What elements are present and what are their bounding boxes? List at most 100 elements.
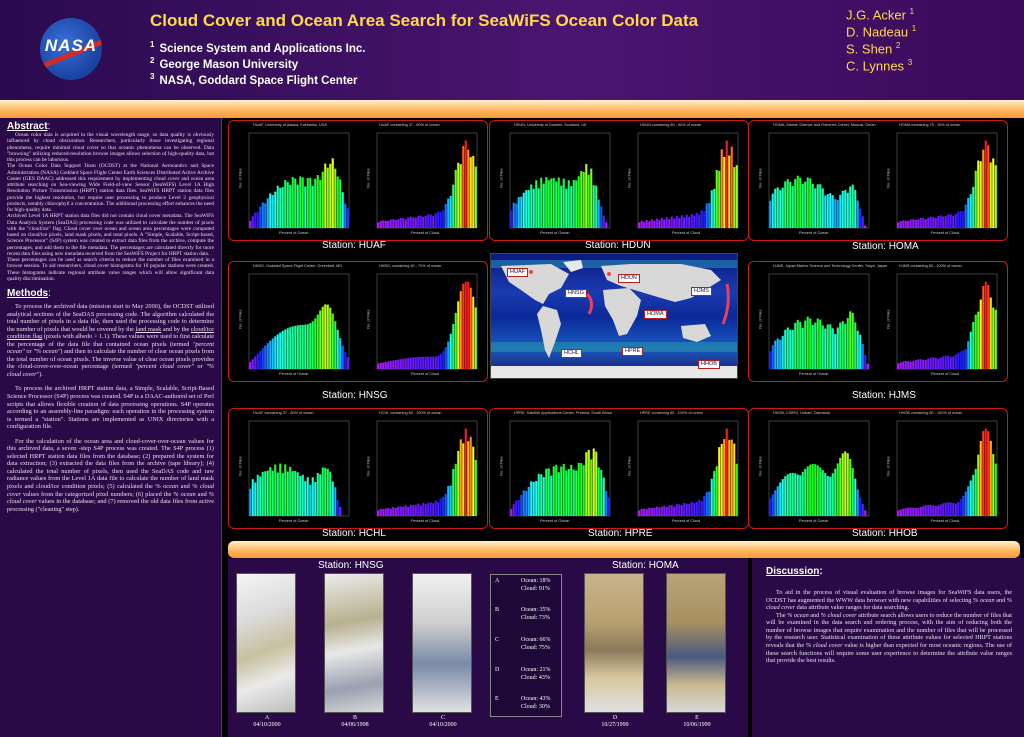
histogram-bar bbox=[542, 477, 545, 516]
histogram-bar bbox=[464, 428, 467, 516]
histogram-bar bbox=[675, 215, 678, 228]
histogram-bar bbox=[329, 163, 332, 228]
histogram-bar bbox=[286, 328, 289, 369]
histogram-bar bbox=[251, 479, 254, 516]
histogram-bar bbox=[399, 506, 402, 516]
histogram-bar bbox=[769, 351, 772, 369]
histogram-bar bbox=[735, 463, 738, 516]
histogram-bar bbox=[522, 490, 525, 516]
histogram-bar bbox=[658, 220, 661, 228]
histogram-bar bbox=[912, 507, 915, 516]
histogram-bar bbox=[311, 321, 314, 369]
histogram-bar bbox=[474, 166, 477, 228]
histogram-bar bbox=[299, 176, 302, 228]
histogram-bar bbox=[922, 506, 925, 516]
histogram-bar bbox=[459, 439, 462, 516]
histogram-bar bbox=[944, 355, 947, 369]
histogram-bar bbox=[442, 351, 445, 369]
histogram-bar bbox=[261, 202, 264, 228]
histogram-bar bbox=[587, 449, 590, 516]
histogram-bar bbox=[602, 215, 605, 228]
histogram-bar bbox=[279, 187, 282, 228]
histogram-bar bbox=[648, 221, 651, 228]
histogram-bar bbox=[249, 488, 252, 516]
histogram-bar bbox=[422, 356, 425, 369]
histogram-bar bbox=[515, 203, 518, 228]
histogram-bar bbox=[387, 220, 390, 228]
histogram-bar bbox=[467, 441, 470, 516]
histogram-bar bbox=[379, 221, 382, 228]
satellite-image-d: D 10/27/1999 bbox=[584, 573, 644, 728]
histogram-bar bbox=[329, 307, 332, 369]
histogram-bar bbox=[392, 360, 395, 369]
histogram-bar bbox=[409, 504, 412, 516]
histogram-graphic bbox=[248, 273, 478, 370]
histogram-bar bbox=[984, 281, 987, 369]
histogram-bar bbox=[690, 501, 693, 516]
histogram-bar bbox=[957, 211, 960, 228]
histogram-bar bbox=[321, 306, 324, 369]
histogram-bar bbox=[914, 507, 917, 516]
histogram-bar bbox=[819, 319, 822, 369]
histogram-bar bbox=[864, 510, 867, 516]
histogram-bar bbox=[389, 360, 392, 369]
histogram-bar bbox=[796, 175, 799, 228]
histogram-bar bbox=[982, 285, 985, 369]
histogram-bar bbox=[907, 361, 910, 369]
histogram-bar bbox=[653, 507, 656, 516]
histogram-bar bbox=[379, 508, 382, 516]
histogram-bar bbox=[816, 184, 819, 228]
histogram-bar bbox=[814, 322, 817, 369]
histogram-bar bbox=[585, 452, 588, 516]
histogram-bar bbox=[861, 504, 864, 516]
histogram-bar bbox=[826, 194, 829, 228]
station-label-huaf: Station: HUAF bbox=[322, 240, 386, 251]
histogram-bar bbox=[821, 325, 824, 369]
histogram-bar bbox=[266, 470, 269, 516]
histogram-bar bbox=[512, 202, 515, 228]
histogram-bar bbox=[339, 338, 342, 369]
histogram-bar bbox=[806, 177, 809, 228]
histogram-axes bbox=[896, 420, 998, 517]
histogram-bar bbox=[809, 178, 812, 228]
histogram-bar bbox=[429, 502, 432, 516]
histogram-bar bbox=[836, 200, 839, 228]
histogram-bar bbox=[821, 188, 824, 228]
histogram-bar bbox=[459, 291, 462, 369]
histogram-bar bbox=[771, 494, 774, 516]
histogram-bar bbox=[291, 177, 294, 228]
histogram-bar bbox=[597, 467, 600, 516]
histogram-bar bbox=[643, 221, 646, 228]
histogram-bar bbox=[389, 219, 392, 228]
histogram-bar bbox=[296, 325, 299, 369]
histogram-bar bbox=[575, 470, 578, 516]
histogram-bar bbox=[447, 198, 450, 228]
histogram-bar bbox=[266, 343, 269, 369]
histogram-bar bbox=[326, 304, 329, 369]
histogram-bar bbox=[434, 356, 437, 369]
histogram-bar bbox=[728, 439, 731, 516]
histogram-bar bbox=[274, 191, 277, 228]
histogram-bar bbox=[256, 474, 259, 516]
histogram-bar bbox=[442, 210, 445, 228]
histogram-bar bbox=[560, 466, 563, 516]
histogram-bar bbox=[640, 508, 643, 516]
histogram-bar bbox=[846, 192, 849, 228]
histogram-axes bbox=[376, 132, 478, 229]
histogram-axes bbox=[509, 132, 611, 229]
histogram-bar bbox=[329, 471, 332, 516]
histogram-bar bbox=[994, 309, 997, 369]
histogram-bar bbox=[849, 186, 852, 228]
histogram-bar bbox=[387, 361, 390, 369]
histogram-bar bbox=[859, 334, 862, 369]
histogram-bar bbox=[984, 140, 987, 228]
histogram-bar bbox=[249, 221, 252, 228]
histogram-bar bbox=[577, 176, 580, 228]
histogram-bar bbox=[922, 218, 925, 228]
histogram-bar bbox=[394, 360, 397, 369]
histogram-bar bbox=[324, 467, 327, 516]
histogram-bar bbox=[419, 356, 422, 369]
histogram-bar bbox=[819, 184, 822, 228]
histogram-bar bbox=[439, 498, 442, 516]
histogram-bar bbox=[952, 356, 955, 369]
